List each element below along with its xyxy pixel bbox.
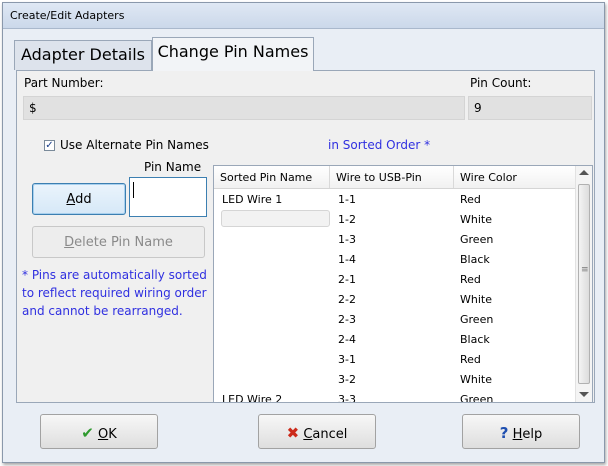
grid-cell-wire-to-usb-pin[interactable]: 1-1 [338,193,356,206]
cancel-button[interactable]: ✖ Cancel [258,414,376,449]
grid-cell-wire-to-usb-pin[interactable]: 3-2 [338,373,356,386]
part-number-label: Part Number: [24,76,104,90]
sorted-order-label: in Sorted Order * [328,138,431,152]
grid-cell-wire-color[interactable]: White [460,373,492,386]
arrow-down-icon[interactable] [579,392,589,397]
grip-icon: ≡ [581,265,589,275]
create-edit-adapters-dialog: Create/Edit Adapters Adapter Details Cha… [2,2,605,463]
tab-change-pin-names[interactable]: Change Pin Names [152,37,314,71]
add-button[interactable]: Add [32,183,126,215]
tab-adapter-details[interactable]: Adapter Details [14,40,152,70]
grid-cell-wire-color[interactable]: Red [460,273,481,286]
scrollbar-thumb[interactable] [578,184,590,384]
grid-cell-wire-to-usb-pin[interactable]: 1-3 [338,233,356,246]
grid-header: Sorted Pin Name Wire to USB-Pin Wire Col… [214,166,575,189]
delete-pin-name-button[interactable]: Delete Pin Name [32,226,205,258]
arrow-up-icon[interactable] [579,170,589,175]
grid-cell-wire-color[interactable]: Green [460,233,493,246]
grid-cell-wire-to-usb-pin[interactable]: 2-4 [338,333,356,346]
pin-name-edit-cell[interactable] [221,210,330,227]
checkmark-icon: ✔ [81,424,94,442]
column-header-wire-color[interactable]: Wire Color [454,166,575,188]
grid-cell-wire-color[interactable]: Green [460,313,493,326]
pin-grid[interactable]: Sorted Pin Name Wire to USB-Pin Wire Col… [213,165,593,403]
title-bar: Create/Edit Adapters [3,3,604,29]
part-number-field: $ [23,96,465,120]
grid-cell-wire-to-usb-pin[interactable]: 1-2 [338,213,356,226]
pin-name-input[interactable] [129,177,207,217]
question-icon: ? [499,424,509,442]
grid-cell-sorted-pin-name[interactable]: LED Wire 1 [222,193,282,206]
grid-cell-wire-color[interactable]: Black [460,333,490,346]
grid-cell-wire-to-usb-pin[interactable]: 2-1 [338,273,356,286]
grid-cell-wire-to-usb-pin[interactable]: 2-2 [338,293,356,306]
use-alternate-checkbox[interactable]: ✓ [44,140,55,151]
grid-cell-wire-color[interactable]: Red [460,193,481,206]
grid-cell-wire-color[interactable]: Black [460,253,490,266]
ok-button[interactable]: ✔ OK [40,414,158,449]
grid-cell-wire-color[interactable]: Red [460,353,481,366]
pin-count-label: Pin Count: [470,76,532,90]
grid-cell-wire-to-usb-pin[interactable]: 3-3 [338,393,356,402]
x-icon: ✖ [286,424,300,442]
pin-name-label: Pin Name [144,160,202,174]
pin-count-field: 9 [468,96,592,120]
column-header-sorted-pin-name[interactable]: Sorted Pin Name [214,166,330,188]
column-header-wire-to-usb-pin[interactable]: Wire to USB-Pin [330,166,454,188]
use-alternate-label: Use Alternate Pin Names [60,138,209,152]
grid-cell-sorted-pin-name[interactable]: LED Wire 2 [222,393,282,402]
grid-cell-wire-to-usb-pin[interactable]: 1-4 [338,253,356,266]
grid-cell-wire-to-usb-pin[interactable]: 2-3 [338,313,356,326]
help-button[interactable]: ? Help [462,414,580,449]
window-title: Create/Edit Adapters [10,9,125,22]
grid-cell-wire-color[interactable]: White [460,213,492,226]
grid-cell-wire-to-usb-pin[interactable]: 3-1 [338,353,356,366]
vertical-scrollbar[interactable]: ≡ [575,166,592,402]
text-cursor [133,182,134,198]
grid-cell-wire-color[interactable]: Green [460,393,493,402]
pins-sorted-note: * Pins are automatically sorted to refle… [22,268,207,318]
grid-cell-wire-color[interactable]: White [460,293,492,306]
